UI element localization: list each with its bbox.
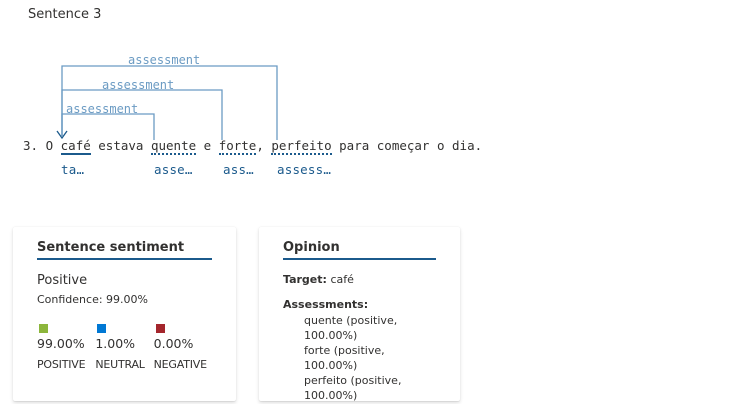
token-assessment-quente[interactable]: quente <box>150 138 197 155</box>
opinion-card: Opinion Target: café Assessments: quente… <box>259 227 460 403</box>
target-value: café <box>330 273 354 286</box>
confidence-value: Confidence: 99.00% <box>37 293 148 306</box>
arc-label-3: assessment <box>66 102 138 116</box>
tag-assessment-1: asse… <box>154 162 193 177</box>
negative-color-square-icon <box>155 324 165 333</box>
score-label: NEGATIVE <box>153 358 207 371</box>
score-negative: 0.00% NEGATIVE <box>154 324 212 371</box>
relation-arcs: assessment assessment assessment <box>56 53 278 140</box>
arc-label-2: assessment <box>102 78 174 92</box>
neutral-color-square-icon <box>97 324 107 333</box>
arc-assessment-quente <box>61 113 155 140</box>
sentence-sentiment-card: Sentence sentiment Positive Confidence: … <box>13 227 236 401</box>
score-label: POSITIVE <box>37 358 86 371</box>
list-item: quente (positive, 100.00%) <box>304 314 398 342</box>
score-value: 99.00% <box>37 336 85 351</box>
arc-label-1: assessment <box>128 53 200 67</box>
sentence-text-2: e <box>196 138 219 153</box>
sentence-text-4: para começar o dia. <box>331 138 483 153</box>
positive-color-square-icon <box>39 324 48 333</box>
score-neutral: 1.00% NEUTRAL <box>95 324 153 371</box>
sentence-text: 3. O café estava quente e forte, perfeit… <box>23 138 482 155</box>
score-value: 1.00% <box>95 336 136 351</box>
tag-assessment-3: assess… <box>277 162 332 177</box>
token-target-cafe[interactable]: café <box>60 138 91 155</box>
assessments-list: quente (positive, 100.00%) forte (positi… <box>304 313 436 403</box>
token-assessment-perfeito[interactable]: perfeito <box>271 138 332 155</box>
opinion-target: Target: café <box>283 273 436 286</box>
list-item: forte (positive, 100.00%) <box>304 344 385 372</box>
target-key: Target: <box>283 273 327 286</box>
score-label: NEUTRAL <box>95 358 145 371</box>
score-positive: 99.00% POSITIVE <box>37 324 95 371</box>
sentiment-scores: 99.00% POSITIVE 1.00% NEUTRAL 0.00% NEGA… <box>37 324 212 371</box>
score-value: 0.00% <box>153 336 194 351</box>
assessments-heading: Assessments: <box>283 298 369 311</box>
sentence-text-3: , <box>256 138 272 153</box>
token-assessment-forte[interactable]: forte <box>218 138 257 155</box>
list-item: perfeito (positive, 100.00%) <box>304 374 402 402</box>
tag-target: ta… <box>61 162 85 177</box>
opinion-card-title: Opinion <box>283 240 436 260</box>
sentiment-label: Positive <box>37 273 88 288</box>
sentiment-card-title: Sentence sentiment <box>37 240 212 260</box>
tag-assessment-2: ass… <box>223 162 254 177</box>
sentence-text-1: estava <box>90 138 151 153</box>
sentence-prefix: 3. O <box>23 138 61 153</box>
